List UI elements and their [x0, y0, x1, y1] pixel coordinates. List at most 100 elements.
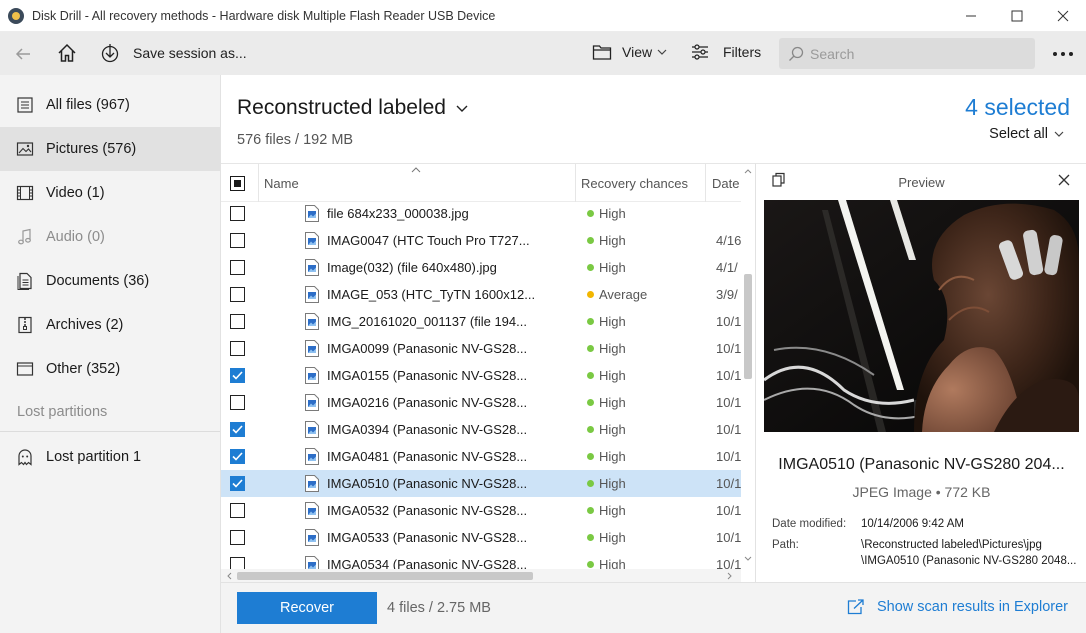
folder-title-dropdown[interactable]: Reconstructed labeled: [237, 96, 469, 120]
close-preview-button[interactable]: [1058, 174, 1070, 189]
recovery-status-dot: [587, 534, 594, 541]
file-name: IMGA0216 (Panasonic NV-GS28...: [327, 395, 528, 410]
back-button[interactable]: [12, 43, 34, 65]
close-icon: [1057, 10, 1069, 22]
filters-button[interactable]: Filters: [691, 43, 761, 61]
table-row[interactable]: Image(032) (file 640x480).jpg High 4/1/: [221, 254, 741, 281]
window-title: Disk Drill - All recovery methods - Hard…: [32, 8, 496, 23]
recovery-status-dot: [587, 453, 594, 460]
table-row[interactable]: IMGA0533 (Panasonic NV-GS28... High 10/1: [221, 524, 741, 551]
row-checkbox[interactable]: [230, 476, 245, 491]
preview-file-name: IMGA0510 (Panasonic NV-GS280 204...: [778, 456, 1065, 473]
table-row[interactable]: IMGA0534 (Panasonic NV-GS28... High 10/1: [221, 551, 741, 569]
file-name: IMGA0394 (Panasonic NV-GS28...: [327, 422, 528, 437]
vertical-scrollbar[interactable]: [741, 164, 755, 569]
checkmark-icon: [232, 479, 243, 488]
preview-file-type: JPEG Image • 772 KB: [852, 484, 991, 500]
row-checkbox[interactable]: [230, 557, 245, 569]
close-window-button[interactable]: [1040, 0, 1086, 32]
sidebar-item-label: Lost partition 1: [46, 449, 142, 465]
table-row[interactable]: file 684x233_000038.jpg High: [221, 201, 741, 227]
image-file-icon: [305, 286, 319, 303]
sidebar-item-label: Audio (0): [46, 229, 105, 245]
row-checkbox[interactable]: [230, 530, 245, 545]
recovery-status-dot: [587, 426, 594, 433]
row-checkbox[interactable]: [230, 368, 245, 383]
other-icon: [16, 360, 34, 378]
table-row[interactable]: IMGA0510 (Panasonic NV-GS28... High 10/1: [221, 470, 741, 497]
more-icon: [1053, 52, 1073, 56]
scroll-left-icon: [227, 572, 232, 580]
row-checkbox[interactable]: [230, 233, 245, 248]
recovery-chance: High: [599, 530, 626, 545]
checkmark-icon: [232, 452, 243, 461]
vertical-scroll-thumb[interactable]: [744, 274, 752, 379]
minimize-icon: [966, 15, 976, 17]
table-row[interactable]: IMGA0155 (Panasonic NV-GS28... High 10/1: [221, 362, 741, 389]
home-button[interactable]: [56, 42, 78, 64]
save-session-label: Save session as...: [133, 45, 247, 61]
row-checkbox[interactable]: [230, 422, 245, 437]
sidebar-item-pictures[interactable]: Pictures (576): [0, 127, 220, 171]
sidebar-item-video[interactable]: Video (1): [0, 171, 220, 215]
table-row[interactable]: IMGA0532 (Panasonic NV-GS28... High 10/1: [221, 497, 741, 524]
recovery-chance: Average: [599, 287, 648, 302]
maximize-button[interactable]: [994, 0, 1040, 32]
date-modified-label: Date modified:: [772, 518, 847, 530]
minimize-button[interactable]: [948, 0, 994, 32]
recovery-status-dot: [587, 372, 594, 379]
row-checkbox[interactable]: [230, 503, 245, 518]
table-row[interactable]: IMGA0099 (Panasonic NV-GS28... High 10/1: [221, 335, 741, 362]
image-file-icon: [305, 421, 319, 438]
more-options-button[interactable]: [1050, 43, 1076, 65]
column-header-recovery-chances[interactable]: Recovery chances: [581, 164, 688, 202]
sidebar-item-all-files[interactable]: All files (967): [0, 83, 220, 127]
horizontal-scroll-thumb[interactable]: [237, 572, 533, 580]
document-icon: [16, 272, 34, 290]
file-name: IMGA0099 (Panasonic NV-GS28...: [327, 341, 528, 356]
recovery-chance: High: [599, 476, 626, 491]
column-header-name[interactable]: Name: [264, 164, 299, 202]
select-all-checkbox[interactable]: [230, 176, 245, 191]
lost-partitions-heading: Lost partitions: [17, 404, 108, 420]
archive-icon: [16, 316, 34, 334]
recover-button[interactable]: Recover: [237, 592, 377, 624]
sidebar-item-other[interactable]: Other (352): [0, 347, 220, 391]
row-checkbox[interactable]: [230, 260, 245, 275]
sidebar-item-label: All files (967): [46, 97, 130, 113]
row-checkbox[interactable]: [230, 341, 245, 356]
sidebar-item-audio[interactable]: Audio (0): [0, 215, 220, 259]
save-session-button[interactable]: Save session as...: [100, 43, 247, 63]
preview-panel: Preview IMGA0510 (Panasonic NV-GS280 204…: [755, 163, 1086, 582]
image-file-icon: [305, 475, 319, 492]
filters-icon: [692, 44, 708, 60]
sidebar-item-lost-partition[interactable]: Lost partition 1: [0, 435, 220, 479]
sidebar-item-label: Pictures (576): [46, 141, 137, 157]
recovery-status-dot: [587, 318, 594, 325]
download-icon: [101, 44, 119, 63]
table-row[interactable]: IMAG0047 (HTC Touch Pro T727... High 4/16: [221, 227, 741, 254]
row-checkbox[interactable]: [230, 287, 245, 302]
row-checkbox[interactable]: [230, 206, 245, 221]
sidebar-item-archives[interactable]: Archives (2): [0, 303, 220, 347]
view-dropdown[interactable]: View: [592, 43, 667, 61]
show-in-explorer-link[interactable]: Show scan results in Explorer: [847, 599, 1068, 615]
row-checkbox[interactable]: [230, 395, 245, 410]
search-input[interactable]: [810, 45, 1020, 62]
row-checkbox[interactable]: [230, 314, 245, 329]
table-row[interactable]: IMAGE_053 (HTC_TyTN 1600x12... Average 3/9…: [221, 281, 741, 308]
sidebar-item-documents[interactable]: Documents (36): [0, 259, 220, 303]
column-header-date[interactable]: Date: [712, 164, 739, 202]
row-checkbox[interactable]: [230, 449, 245, 464]
table-row[interactable]: IMG_20161020_001137 (file 194... High 10/1: [221, 308, 741, 335]
select-all-dropdown[interactable]: Select all: [989, 126, 1064, 142]
search-icon: [789, 46, 804, 61]
file-name: IMGA0534 (Panasonic NV-GS28...: [327, 557, 528, 569]
table-row[interactable]: IMGA0481 (Panasonic NV-GS28... High 10/1: [221, 443, 741, 470]
table-row[interactable]: IMGA0394 (Panasonic NV-GS28... High 10/1: [221, 416, 741, 443]
table-row[interactable]: IMGA0216 (Panasonic NV-GS28... High 10/1: [221, 389, 741, 416]
recovery-status-dot: [587, 561, 594, 568]
horizontal-scrollbar[interactable]: [221, 569, 741, 582]
recovery-chance: High: [599, 422, 626, 437]
all-files-icon: [16, 96, 34, 114]
